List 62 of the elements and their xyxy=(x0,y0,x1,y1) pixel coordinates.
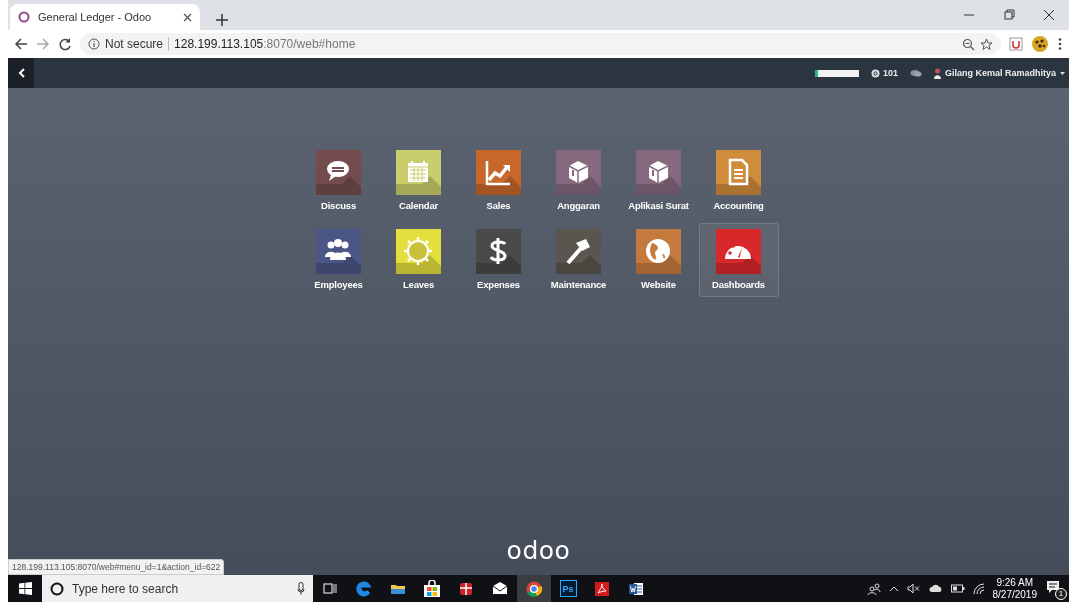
app-tile[interactable]: Website xyxy=(618,223,699,297)
app-tile[interactable]: Aplikasi Surat xyxy=(618,144,699,218)
clock-date: 8/27/2019 xyxy=(992,588,1037,601)
pdf-icon xyxy=(593,579,611,598)
user-avatar-icon xyxy=(933,67,941,79)
notification-badge: 1 xyxy=(1055,587,1067,600)
chevron-up-icon[interactable] xyxy=(888,585,899,592)
user-menu[interactable]: Gilang Kemal Ramadhitya xyxy=(933,67,1065,79)
back-button[interactable] xyxy=(8,58,34,88)
shopping-bag-icon xyxy=(423,579,441,598)
cortana-circle-icon xyxy=(50,581,64,596)
chat-icon[interactable] xyxy=(909,68,922,78)
chevron-left-icon xyxy=(17,68,25,78)
odoo-logo: odoo xyxy=(506,536,571,565)
url-path: :8070/web#home xyxy=(263,37,356,51)
photoshop-icon: Ps xyxy=(559,580,577,597)
app-tile[interactable]: Calendar xyxy=(378,144,459,218)
app-tile[interactable]: Sales xyxy=(458,144,539,218)
app-tile[interactable]: Accounting xyxy=(698,144,779,218)
caret-icon xyxy=(1060,71,1065,75)
address-bar[interactable]: Not secure 128.199.113.105:8070/web#home xyxy=(80,33,1001,55)
at-sign-icon[interactable] xyxy=(870,68,880,78)
app-tile[interactable]: Expenses xyxy=(458,223,539,297)
security-label: Not secure xyxy=(105,37,164,51)
app-tile[interactable]: Discuss xyxy=(298,144,379,218)
taskbar-search-field[interactable]: Type here to search xyxy=(42,575,313,602)
people-icon[interactable] xyxy=(866,581,881,596)
profile-avatar-icon[interactable] xyxy=(1031,35,1049,53)
zoom-out-icon[interactable] xyxy=(962,37,975,51)
windows-start-icon[interactable] xyxy=(18,582,32,595)
close-tab-button[interactable] xyxy=(183,12,192,22)
menu-icon[interactable] xyxy=(1057,37,1063,51)
app-tile[interactable]: Leaves xyxy=(378,223,459,297)
browser-tab[interactable]: General Ledger - Odoo xyxy=(10,4,200,30)
star-icon[interactable] xyxy=(980,37,993,51)
chrome-icon xyxy=(525,579,543,598)
taskbar-button[interactable]: Ps xyxy=(551,575,585,602)
cloud-icon[interactable] xyxy=(928,584,943,593)
wifi-icon[interactable] xyxy=(972,582,985,595)
taskbar-button[interactable] xyxy=(517,575,551,602)
battery-icon[interactable] xyxy=(950,584,965,593)
info-icon xyxy=(88,38,100,50)
back-arrow-icon[interactable] xyxy=(14,37,28,51)
extension-icon[interactable] xyxy=(1009,37,1023,51)
app-tile[interactable]: Maintenance xyxy=(538,223,619,297)
speaker-muted-icon[interactable] xyxy=(906,583,921,594)
odoo-favicon-icon xyxy=(18,11,30,23)
link-status-bar: 128.199.113.105:8070/web#menu_id=1&action_id=622 xyxy=(8,559,225,575)
app-tile[interactable]: Anggaran xyxy=(538,144,619,218)
clock-time: 9:26 AM xyxy=(996,576,1034,589)
app-tile[interactable]: Employees xyxy=(298,223,379,297)
close-icon xyxy=(183,12,192,22)
microphone-icon[interactable] xyxy=(297,582,305,595)
reload-icon[interactable] xyxy=(58,37,72,51)
tab-title: General Ledger - Odoo xyxy=(38,11,153,23)
edge-browser-icon xyxy=(355,579,373,598)
url-host: 128.199.113.105 xyxy=(174,37,264,51)
notification-count: 101 xyxy=(882,68,898,78)
plus-icon xyxy=(216,14,228,26)
app-tile[interactable]: Dashboards xyxy=(698,223,779,297)
notification-icon[interactable] xyxy=(1045,578,1061,595)
search-placeholder: Type here to search xyxy=(72,581,179,596)
